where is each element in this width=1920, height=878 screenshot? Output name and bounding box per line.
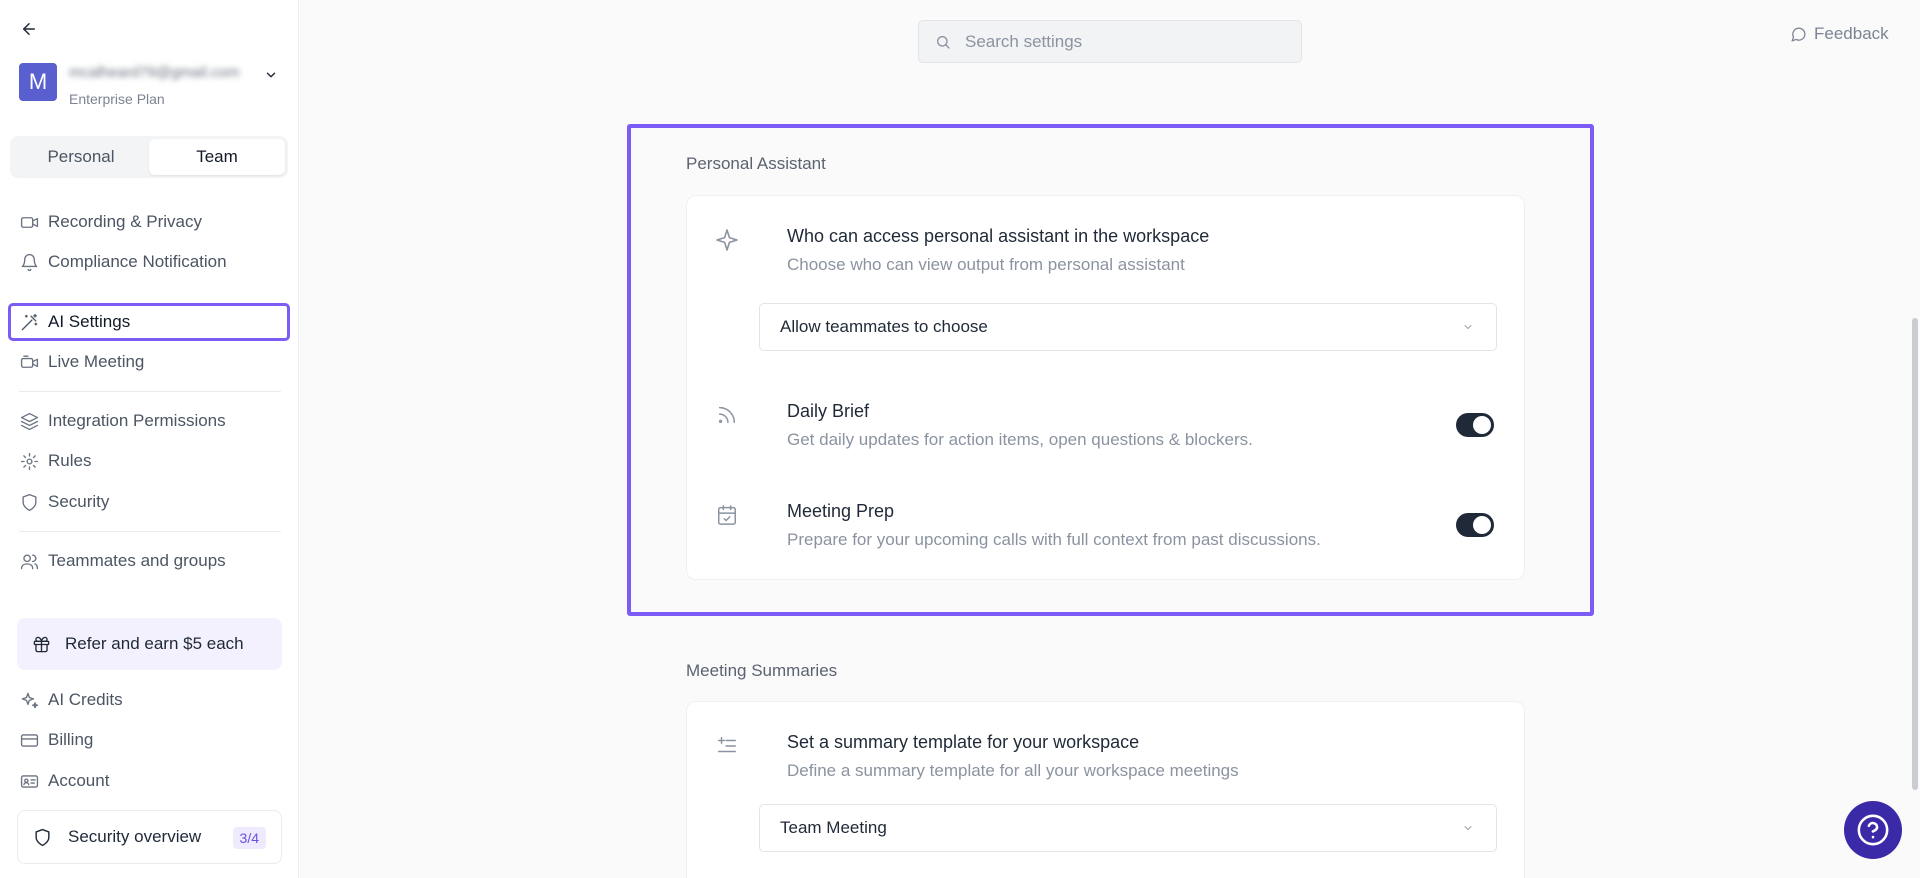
- help-button[interactable]: [1844, 801, 1902, 859]
- meeting-prep-toggle[interactable]: [1456, 513, 1494, 537]
- setting-title: Meeting Prep: [787, 501, 895, 521]
- setting-summary-template: Set a summary template for your workspac…: [715, 732, 1505, 792]
- account-plan: Enterprise Plan: [69, 91, 165, 107]
- sidebar-divider: [19, 391, 281, 392]
- section-title-personal-assistant: Personal Assistant: [686, 154, 826, 173]
- chevron-down-icon: [1462, 821, 1476, 835]
- status-badge: 3/4: [232, 827, 266, 849]
- layers-icon: [19, 411, 39, 431]
- setting-daily-brief: Daily Brief Get daily updates for action…: [715, 401, 1505, 461]
- search-icon: [935, 33, 953, 51]
- scope-toggle: Personal Team: [10, 136, 288, 178]
- back-button[interactable]: [18, 18, 40, 40]
- sidebar-item-teammates-groups[interactable]: Teammates and groups: [10, 544, 288, 578]
- sidebar-divider: [19, 531, 281, 532]
- setting-description: Prepare for your upcoming calls with ful…: [787, 530, 1321, 549]
- sidebar: M mcalheard79@gmail.com Enterprise Plan …: [0, 0, 299, 878]
- sidebar-item-security[interactable]: Security: [10, 485, 288, 519]
- section-title-meeting-summaries: Meeting Summaries: [686, 661, 838, 680]
- arrow-left-icon: [23, 23, 35, 35]
- gift-icon: [31, 634, 51, 654]
- feedback-button[interactable]: Feedback: [1790, 24, 1889, 44]
- video-live-icon: [19, 352, 39, 372]
- rss-icon: [715, 403, 739, 427]
- setting-title: Who can access personal assistant in the…: [787, 226, 1210, 246]
- sidebar-item-integration-permissions[interactable]: Integration Permissions: [10, 404, 288, 438]
- bell-icon: [19, 252, 39, 272]
- sparkles-icon: [19, 690, 39, 710]
- daily-brief-toggle[interactable]: [1456, 413, 1494, 437]
- personal-assistant-card: Who can access personal assistant in the…: [686, 195, 1525, 580]
- text-plus-icon: [715, 734, 739, 758]
- calendar-check-icon: [715, 503, 739, 527]
- video-icon: [19, 212, 39, 232]
- sidebar-item-live-meeting[interactable]: Live Meeting: [10, 345, 288, 379]
- chevron-down-icon: [1462, 320, 1476, 334]
- sparkle-icon: [715, 228, 739, 252]
- sidebar-item-ai-settings[interactable]: AI Settings: [8, 303, 290, 341]
- search-bar[interactable]: [918, 20, 1302, 63]
- setting-title: Set a summary template for your workspac…: [787, 732, 1140, 752]
- shield-icon: [32, 827, 52, 847]
- setting-description: Choose who can view output from personal…: [787, 255, 1185, 274]
- summary-template-select[interactable]: Team Meeting: [759, 804, 1497, 852]
- security-overview-button[interactable]: Security overview 3/4: [17, 810, 282, 864]
- chevron-down-icon[interactable]: [261, 65, 281, 85]
- setting-description: Define a summary template for all your w…: [787, 761, 1239, 780]
- account-email: mcalheard79@gmail.com: [69, 64, 240, 81]
- sidebar-item-account[interactable]: Account: [10, 764, 288, 798]
- sidebar-item-billing[interactable]: Billing: [10, 723, 288, 757]
- magic-wand-icon: [19, 312, 39, 332]
- question-circle-icon: [1857, 814, 1889, 846]
- sidebar-item-ai-credits[interactable]: AI Credits: [10, 683, 288, 717]
- sidebar-item-rules[interactable]: Rules: [10, 444, 288, 478]
- sidebar-item-recording-privacy[interactable]: Recording & Privacy: [10, 205, 288, 239]
- shield-icon: [19, 492, 39, 512]
- setting-meeting-prep: Meeting Prep Prepare for your upcoming c…: [715, 501, 1505, 561]
- message-circle-icon: [1790, 25, 1808, 43]
- search-input[interactable]: [965, 31, 1285, 52]
- id-card-icon: [19, 771, 39, 791]
- users-icon: [19, 551, 39, 571]
- access-select[interactable]: Allow teammates to choose: [759, 303, 1497, 351]
- setting-description: Get daily updates for action items, open…: [787, 430, 1253, 449]
- account-switcher[interactable]: M mcalheard79@gmail.com Enterprise Plan: [19, 63, 281, 107]
- setting-title: Daily Brief: [787, 401, 870, 421]
- refer-earn-button[interactable]: Refer and earn $5 each: [17, 618, 282, 670]
- tab-team[interactable]: Team: [149, 139, 285, 175]
- scrollbar[interactable]: [1912, 318, 1918, 790]
- avatar: M: [19, 63, 57, 101]
- tab-personal[interactable]: Personal: [13, 139, 149, 175]
- credit-card-icon: [19, 730, 39, 750]
- gear-rule-icon: [19, 451, 39, 471]
- meeting-summaries-card: Set a summary template for your workspac…: [686, 701, 1525, 878]
- sidebar-item-compliance-notification[interactable]: Compliance Notification: [10, 245, 288, 279]
